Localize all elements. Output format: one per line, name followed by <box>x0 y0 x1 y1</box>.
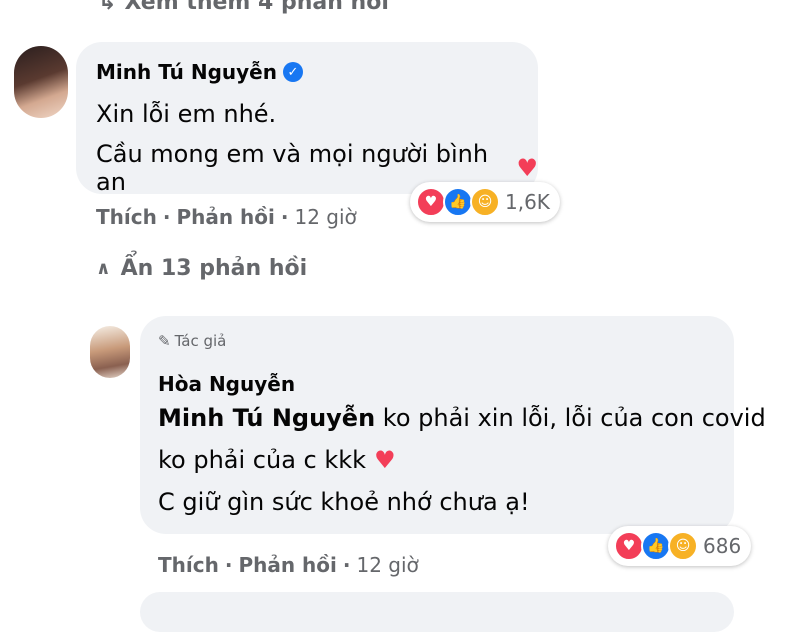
reaction-summary[interactable]: ♥ 👍 ☺ 686 <box>608 526 752 566</box>
reaction-count: 686 <box>703 534 742 558</box>
reply-text-line: ko phải xin lỗi, lỗi của con covid <box>375 404 766 432</box>
reply-text-line: ko phải của c kkk <box>158 446 367 474</box>
reply-author[interactable]: Hòa Nguyễn <box>158 372 295 396</box>
avatar[interactable] <box>90 326 130 378</box>
author-badge: Tác giả <box>174 332 227 350</box>
like-reaction-icon: 👍 <box>641 531 671 561</box>
view-more-replies-link[interactable]: ↳ Xem thêm 4 phản hồi <box>98 0 389 15</box>
next-comment-bubble <box>140 592 734 632</box>
avatar[interactable] <box>14 46 68 118</box>
comment-bubble: Minh Tú Nguyễn ✓ Xin lỗi em nhé. Cầu mon… <box>76 42 538 196</box>
chevron-up-icon: ∧ <box>96 258 111 279</box>
reply-action[interactable]: Phản hồi <box>238 553 336 577</box>
verified-badge-icon: ✓ <box>282 62 303 82</box>
reaction-summary[interactable]: ♥ 👍 ☺ 1,6K <box>410 182 560 222</box>
comment-timestamp[interactable]: 12 giờ <box>295 205 357 229</box>
like-reaction-icon: 👍 <box>443 187 473 217</box>
love-reaction-icon: ♥ <box>614 531 644 561</box>
love-reaction-icon: ♥ <box>416 187 446 217</box>
like-action[interactable]: Thích <box>96 205 157 229</box>
care-reaction-icon: ☺ <box>668 531 698 561</box>
heart-emoji-icon: ♥ <box>516 154 538 182</box>
heart-emoji-icon: ♥ <box>374 446 396 474</box>
reply-timestamp[interactable]: 12 giờ <box>357 553 419 577</box>
comment-actions: Thích · Phản hồi · 12 giờ <box>96 205 357 229</box>
author-pen-icon: ✎ <box>158 332 171 350</box>
like-action[interactable]: Thích <box>158 553 219 577</box>
care-reaction-icon: ☺ <box>470 187 500 217</box>
comment-author[interactable]: Minh Tú Nguyễn <box>96 60 277 84</box>
reply-action[interactable]: Phản hồi <box>176 205 274 229</box>
reaction-count: 1,6K <box>505 190 550 214</box>
comment-text-line: Xin lỗi em nhé. <box>96 100 277 128</box>
hide-replies-link[interactable]: ∧ Ẩn 13 phản hồi <box>96 256 307 281</box>
mention-link[interactable]: Minh Tú Nguyễn <box>158 404 375 432</box>
reply-bubble: ✎ Tác giả Hòa Nguyễn Minh Tú Nguyễn ko p… <box>140 316 766 534</box>
reply-arrow-icon: ↳ <box>98 0 117 15</box>
reply-actions: Thích · Phản hồi · 12 giờ <box>158 553 419 577</box>
reply-text-line: C giữ gìn sức khoẻ nhớ chưa ạ! <box>158 488 530 516</box>
